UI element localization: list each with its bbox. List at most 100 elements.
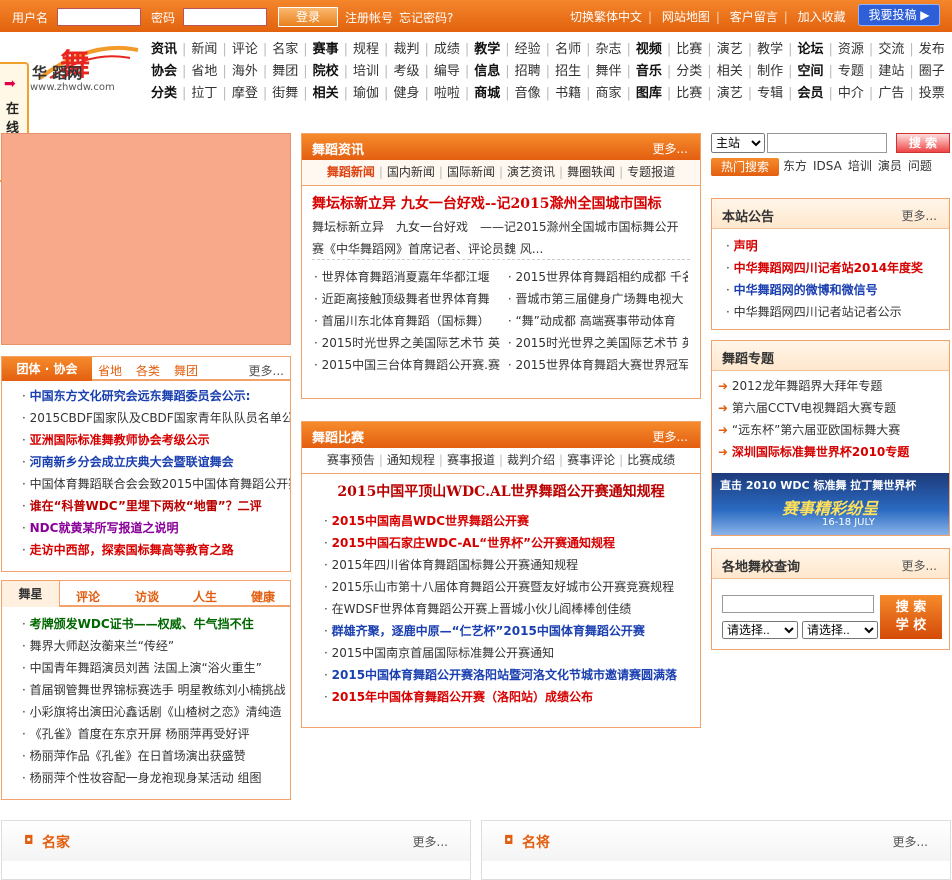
nav-link[interactable]: 视频 <box>631 40 667 60</box>
ad-banner[interactable] <box>1 133 291 345</box>
list-item[interactable]: · 2015乐山市第十八届体育舞蹈公开赛暨友好城市公开赛竞赛规程 <box>324 576 700 598</box>
nav-link[interactable]: 评论 <box>227 40 263 60</box>
nav-link[interactable]: 成绩 <box>429 40 465 60</box>
forgot-password-link[interactable]: 忘记密码? <box>399 9 453 26</box>
list-item[interactable]: · 杨丽萍个性妆容配一身龙袍现身某活动 组图 <box>22 767 290 789</box>
nav-link[interactable]: 演艺 <box>712 84 748 104</box>
nav-link[interactable]: 编导 <box>429 62 465 82</box>
tab-association[interactable]: 团体 · 协会 <box>2 357 92 381</box>
nav-link[interactable]: 圈子 <box>914 62 950 82</box>
tab-troupe[interactable]: 舞团 <box>174 362 198 379</box>
nav-link[interactable]: 裁判 <box>388 40 424 60</box>
list-item[interactable]: ➜ 第六届CCTV电视舞蹈大赛专题 <box>718 397 949 419</box>
nav-link[interactable]: 信息 <box>469 62 505 82</box>
nav-link[interactable]: 经验 <box>510 40 546 60</box>
list-item[interactable]: · 舞界大师赵汝蘅来兰“传经” <box>22 635 290 657</box>
tab-item[interactable]: 舞蹈新闻 <box>323 165 379 179</box>
more-link[interactable]: 更多... <box>902 557 937 574</box>
nav-link[interactable]: 教学 <box>752 40 788 60</box>
bookmark-link[interactable]: 加入收藏 <box>798 10 846 24</box>
tab-life[interactable]: 人生 <box>193 588 217 605</box>
list-item[interactable]: · 杨丽萍作品《孔雀》在日首场演出获盛赞 <box>22 745 290 767</box>
nav-link[interactable]: 比赛 <box>671 40 707 60</box>
list-item[interactable]: · 中国体育舞蹈联合会会致2015中国体育舞蹈公开赛 <box>22 473 290 495</box>
list-item[interactable]: · 中国东方文化研究会远东舞蹈委员会公示: <box>22 385 290 407</box>
submit-article-button[interactable]: 我要投稿 ▶ <box>858 4 940 26</box>
list-item[interactable]: · NDC就黄某所写报道之说明 <box>22 517 290 539</box>
nav-link[interactable]: 协会 <box>146 62 182 82</box>
more-link[interactable]: 更多... <box>653 428 688 445</box>
nav-link[interactable]: 名师 <box>550 40 586 60</box>
nav-link[interactable]: 比赛 <box>671 84 707 104</box>
nav-link[interactable]: 教学 <box>469 40 505 60</box>
nav-link[interactable]: 制作 <box>752 62 788 82</box>
list-item[interactable]: · 小彩旗将出演田沁鑫话剧《山楂树之恋》清纯造 <box>22 701 290 723</box>
nav-link[interactable]: 街舞 <box>267 84 303 104</box>
list-item[interactable]: · 中华舞蹈网的微博和微信号 <box>726 279 949 301</box>
tab-province[interactable]: 省地 <box>98 362 122 379</box>
nav-link[interactable]: 专题 <box>833 62 869 82</box>
wdc-banner[interactable]: 直击 2010 WDC 标准舞 拉丁舞世界杯 赛事精彩纷呈 16-18 JULY <box>712 473 949 535</box>
nav-link[interactable]: 相关 <box>712 62 748 82</box>
hot-search-term[interactable]: IDSA <box>813 159 842 173</box>
hot-search-term[interactable]: 培训 <box>848 159 872 173</box>
nav-link[interactable]: 省地 <box>186 62 222 82</box>
nav-link[interactable]: 投票 <box>914 84 950 104</box>
nav-link[interactable]: 海外 <box>227 62 263 82</box>
nav-link[interactable]: 摩登 <box>227 84 263 104</box>
list-item[interactable]: · 《孔雀》首度在东京开屏 杨丽萍再受好评 <box>22 723 290 745</box>
list-item[interactable]: · 在WDSF世界体育舞蹈公开赛上晋城小伙儿阎棒棒创佳绩 <box>324 598 700 620</box>
nav-link[interactable]: 名家 <box>267 40 303 60</box>
list-item[interactable]: · 2015中国南京首届国际标准舞公开赛通知 <box>324 642 700 664</box>
nav-link[interactable]: 招生 <box>550 62 586 82</box>
nav-link[interactable]: 音乐 <box>631 62 667 82</box>
list-item[interactable]: · 2015中国体育舞蹈公开赛洛阳站暨河洛文化节城市邀请赛圆满落 <box>324 664 700 686</box>
list-item[interactable]: · 中国青年舞蹈演员刘茜 法国上演“浴火重生” <box>22 657 290 679</box>
login-button[interactable]: 登录 <box>278 7 338 27</box>
list-item[interactable]: · 2015中国南昌WDC世界舞蹈公开赛 <box>324 510 700 532</box>
tab-item[interactable]: 赛事预告 <box>323 453 379 467</box>
nav-link[interactable]: 相关 <box>308 84 344 104</box>
list-item[interactable]: · 世界体育舞蹈消夏嘉年华都江堰 <box>314 266 504 288</box>
list-item[interactable]: · 2015CBDF国家队及CBDF国家青年队队员名单公示 <box>22 407 290 429</box>
nav-link[interactable]: 赛事 <box>308 40 344 60</box>
list-item[interactable]: · 2015时光世界之美国际艺术节 英 <box>508 332 688 354</box>
search-scope-select[interactable]: 主站 <box>711 133 765 153</box>
list-item[interactable]: · 2015世界体育舞蹈相约成都 千名 <box>508 266 688 288</box>
nav-link[interactable]: 瑜伽 <box>348 84 384 104</box>
search-button[interactable]: 搜 索 <box>896 133 950 153</box>
search-input[interactable] <box>767 133 887 153</box>
nav-link[interactable]: 分类 <box>671 62 707 82</box>
list-item[interactable]: · 近距离接触顶级舞者世界体育舞 <box>314 288 504 310</box>
nav-link[interactable]: 院校 <box>308 62 344 82</box>
nav-link[interactable]: 商家 <box>590 84 626 104</box>
username-input[interactable] <box>57 8 141 26</box>
list-item[interactable]: · 群雄齐聚，逐鹿中原—“仁艺杯”2015中国体育舞蹈公开赛 <box>324 620 700 642</box>
nav-link[interactable]: 分类 <box>146 84 182 104</box>
nav-link[interactable]: 资源 <box>833 40 869 60</box>
hot-search-term[interactable]: 问题 <box>908 159 932 173</box>
nav-link[interactable]: 招聘 <box>510 62 546 82</box>
more-link[interactable]: 更多... <box>249 362 284 379</box>
tab-reviews[interactable]: 评论 <box>76 588 100 605</box>
news-headline[interactable]: 舞坛标新立异 九女一台好戏--记2015滁州全国城市国标 <box>312 192 690 216</box>
nav-link[interactable]: 资讯 <box>146 40 182 60</box>
tab-item[interactable]: 赛事报道 <box>443 453 499 467</box>
nav-link[interactable]: 空间 <box>793 62 829 82</box>
school-search-input[interactable] <box>722 595 874 613</box>
list-item[interactable]: · 谁在“科普WDC”里埋下两枚“地雷”？二评 <box>22 495 290 517</box>
nav-link[interactable]: 论坛 <box>793 40 829 60</box>
list-item[interactable]: · 首届钢管舞世界锦标赛选手 明星教练刘小楠挑战 <box>22 679 290 701</box>
nav-link[interactable]: 交流 <box>873 40 909 60</box>
list-item[interactable]: ➜ “远东杯”第六届亚欧国标舞大赛 <box>718 419 949 441</box>
nav-link[interactable]: 发布 <box>914 40 950 60</box>
city-select[interactable]: 请选择.. <box>802 621 878 639</box>
list-item[interactable]: · 2015世界体育舞蹈大赛世界冠军 <box>508 354 688 376</box>
list-item[interactable]: · 2015年中国体育舞蹈公开赛（洛阳站）成绩公布 <box>324 686 700 708</box>
nav-link[interactable]: 规程 <box>348 40 384 60</box>
more-link[interactable]: 更多... <box>413 833 448 850</box>
nav-link[interactable]: 舞团 <box>267 62 303 82</box>
list-item[interactable]: · 走访中西部，探索国标舞高等教育之路 <box>22 539 290 561</box>
nav-link[interactable]: 杂志 <box>590 40 626 60</box>
list-item[interactable]: ➜ 深圳国际标准舞世界杯2010专题 <box>718 441 949 463</box>
